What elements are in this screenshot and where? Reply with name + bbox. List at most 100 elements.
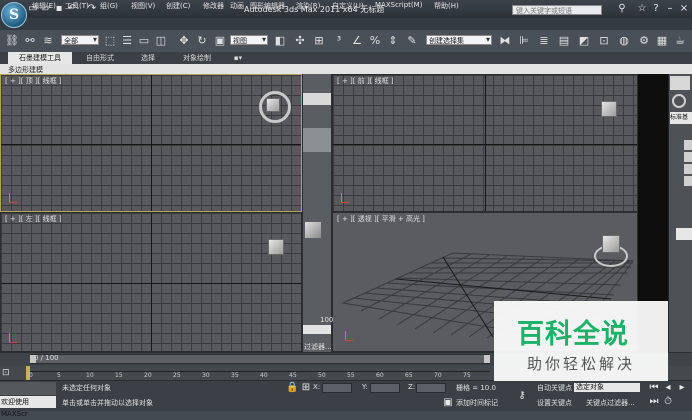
- close-icon[interactable]: ×: [678, 3, 690, 15]
- curve-editor-icon[interactable]: ◩: [576, 33, 592, 49]
- reference-coordinate-dropdown[interactable]: 视图: [230, 35, 268, 45]
- menu-create[interactable]: 创建(C): [166, 1, 190, 11]
- ribbon-options-icon[interactable]: ▪▾: [228, 52, 248, 64]
- add-time-tag[interactable]: 添加时间标记: [456, 398, 498, 408]
- menu-modifiers[interactable]: 修改器: [203, 1, 224, 11]
- help-icon[interactable]: ?: [650, 3, 662, 15]
- render-icon[interactable]: ☕: [672, 33, 688, 49]
- object-type-dropdown[interactable]: 标准基: [670, 112, 692, 124]
- angle-snap-icon[interactable]: ∠: [349, 33, 365, 49]
- select-by-name-icon[interactable]: ☰: [119, 33, 135, 49]
- menu-edit[interactable]: 编辑(E): [32, 1, 56, 11]
- play-icon[interactable]: ▸: [676, 382, 688, 394]
- menu-view[interactable]: 视图(V): [131, 1, 155, 11]
- align-icon[interactable]: ⊫: [516, 33, 532, 49]
- x-coordinate-field[interactable]: [322, 383, 352, 393]
- previous-frame-icon[interactable]: ◂: [662, 382, 674, 394]
- go-to-start-icon[interactable]: ⏮: [648, 382, 660, 394]
- search-input[interactable]: 键入关键字或短语: [512, 5, 602, 15]
- viewport-label[interactable]: [ + ][ 顶 ][ 线框 ]: [5, 76, 62, 86]
- set-key-button[interactable]: 设置关键点: [537, 398, 572, 408]
- material-editor-icon[interactable]: ◍: [616, 33, 632, 49]
- layer-manager-icon[interactable]: ≣: [536, 33, 552, 49]
- render-setup-icon[interactable]: ⚙: [636, 33, 652, 49]
- object-button-3[interactable]: [684, 164, 692, 174]
- menu-graph-editors[interactable]: 图形编辑器: [250, 1, 285, 11]
- viewcube-icon[interactable]: [305, 222, 321, 238]
- window-crossing-icon[interactable]: ◫: [153, 33, 169, 49]
- filter-label[interactable]: 过滤器...: [304, 342, 332, 352]
- mirror-icon[interactable]: ⧓: [497, 33, 513, 49]
- tab-freeform[interactable]: 自由形式: [78, 52, 122, 64]
- viewport-left[interactable]: [ + ][ 左 ][ 线框 ]: [0, 212, 302, 352]
- viewcube-icon[interactable]: [601, 101, 617, 117]
- pivot-center-icon[interactable]: ◧: [272, 33, 288, 49]
- ribbon-scroll-handle[interactable]: [303, 93, 331, 105]
- time-slider-prev-icon[interactable]: [30, 355, 36, 363]
- viewcube-icon[interactable]: [266, 98, 280, 112]
- key-filters-button[interactable]: 关键点过滤器...: [586, 398, 635, 408]
- maxscript-mini-listener[interactable]: 欢迎使用 MAXScr: [0, 396, 56, 418]
- rotate-icon[interactable]: ↻: [194, 33, 210, 49]
- auto-key-button[interactable]: 自动关键点: [537, 383, 572, 393]
- key-mode-dropdown[interactable]: 选定对象: [574, 383, 640, 392]
- tab-selection[interactable]: 选择: [128, 52, 168, 64]
- time-slider-next-icon[interactable]: [484, 355, 490, 363]
- selection-filter-dropdown[interactable]: 全部: [61, 35, 99, 45]
- edit-named-selection-icon[interactable]: ✎: [404, 33, 420, 49]
- tab-graphite-modeling[interactable]: 石墨建模工具: [8, 52, 72, 64]
- viewport-front[interactable]: [ + ][ 前 ][ 线框 ]: [332, 74, 638, 212]
- bind-space-warp-icon[interactable]: ≋: [40, 33, 56, 49]
- ribbon-thumb[interactable]: [303, 128, 331, 152]
- link-icon[interactable]: ⛓: [4, 33, 20, 49]
- app-logo[interactable]: S: [1, 2, 27, 28]
- percent-snap-icon[interactable]: %: [367, 33, 383, 49]
- time-tag-icon[interactable]: ▣: [442, 397, 454, 409]
- object-button-1[interactable]: [684, 140, 692, 150]
- schematic-view-icon[interactable]: ⊡: [596, 33, 612, 49]
- time-config-icon[interactable]: ⏱: [662, 396, 674, 408]
- tab-object-paint[interactable]: 对象绘制: [175, 52, 219, 64]
- menu-maxscript[interactable]: MAXScript(M): [375, 1, 422, 9]
- menu-tools[interactable]: 工具(T): [65, 1, 89, 11]
- menu-animation[interactable]: 动画: [230, 1, 244, 11]
- create-tab-icon[interactable]: [670, 76, 690, 90]
- select-manipulate-icon[interactable]: ✣: [292, 33, 308, 49]
- z-coordinate-field[interactable]: [416, 383, 446, 393]
- rendered-frame-icon[interactable]: ▦: [654, 33, 670, 49]
- graphite-toggle-icon[interactable]: ▤: [556, 33, 572, 49]
- viewcube-icon[interactable]: [602, 235, 620, 253]
- named-selection-dropdown[interactable]: 创建选择集: [426, 35, 492, 45]
- object-button-2[interactable]: [684, 152, 692, 162]
- snaps-toggle-icon[interactable]: ³: [331, 33, 347, 49]
- key-icon[interactable]: ⚷: [516, 390, 528, 402]
- menu-rendering[interactable]: 渲染(R): [296, 1, 320, 11]
- viewport-top[interactable]: [ + ][ 顶 ][ 线框 ]: [0, 74, 302, 212]
- spinner-snap-icon[interactable]: ⇕: [385, 33, 401, 49]
- object-button-4[interactable]: [684, 176, 692, 186]
- time-slider[interactable]: [30, 354, 490, 364]
- select-object-icon[interactable]: ⬚: [102, 33, 118, 49]
- unlink-icon[interactable]: ⚯: [22, 33, 38, 49]
- favorites-icon[interactable]: ☆: [636, 3, 648, 15]
- menu-customize[interactable]: 自定义(U): [332, 1, 364, 11]
- key-mode-toggle-icon[interactable]: ⏭: [648, 396, 660, 408]
- name-field[interactable]: [676, 228, 692, 240]
- viewport-label[interactable]: [ + ][ 左 ][ 线框 ]: [5, 214, 62, 224]
- viewport-label[interactable]: [ + ][ 前 ][ 线框 ]: [337, 76, 394, 86]
- menu-group[interactable]: 组(G): [100, 1, 118, 11]
- geometry-icon[interactable]: [672, 94, 686, 108]
- selection-lock-icon[interactable]: 🔒: [286, 382, 298, 394]
- move-icon[interactable]: ✥: [176, 33, 192, 49]
- minimize-icon[interactable]: –: [664, 3, 676, 15]
- menu-help[interactable]: 帮助(H): [434, 1, 459, 11]
- viewport-label[interactable]: [ + ][ 透视 ][ 平滑 + 高光 ]: [337, 214, 425, 224]
- keyboard-shortcut-icon[interactable]: ⊞: [311, 33, 327, 49]
- mid-dropdown[interactable]: [303, 325, 331, 334]
- absolute-mode-icon[interactable]: ⊞: [300, 382, 312, 394]
- track-bar-icon[interactable]: ⊡: [2, 366, 22, 380]
- maxscript-listener-top[interactable]: [0, 382, 56, 395]
- viewcube-icon[interactable]: [268, 239, 284, 255]
- rectangular-selection-icon[interactable]: ▭: [136, 33, 152, 49]
- scale-icon[interactable]: ▣: [212, 33, 228, 49]
